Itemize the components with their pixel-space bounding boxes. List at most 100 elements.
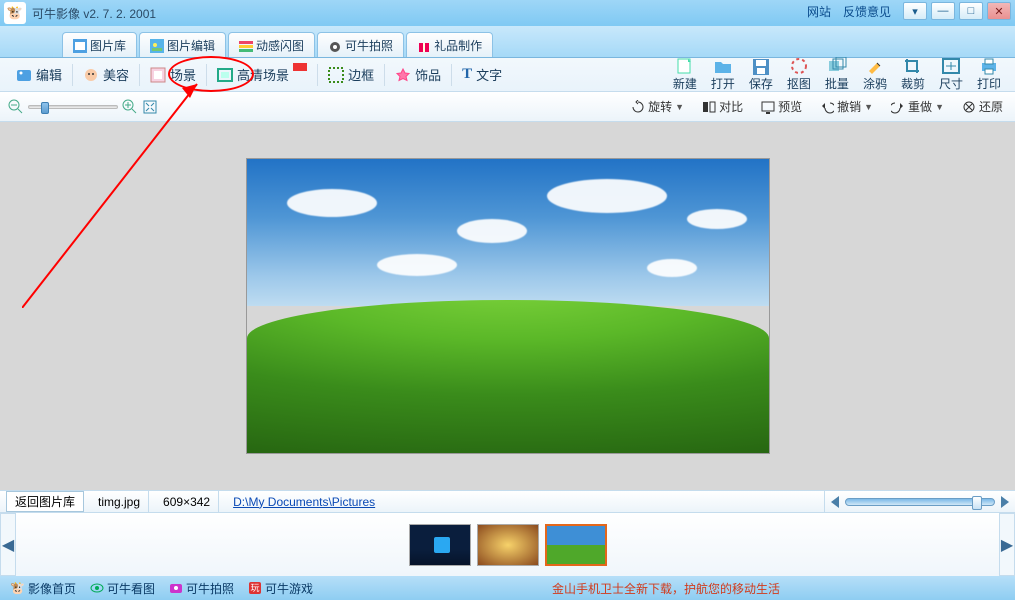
tab-animation[interactable]: 动感闪图 xyxy=(228,32,315,57)
main-image[interactable] xyxy=(246,158,770,454)
size-icon xyxy=(941,57,961,75)
fit-icon[interactable] xyxy=(142,99,158,115)
app-logo: 🐮 xyxy=(4,2,26,24)
btn-doodle[interactable]: 涂鸦 xyxy=(857,57,893,92)
btn-label: 对比 xyxy=(719,98,743,115)
tool-label: 文字 xyxy=(476,65,502,84)
status-filename: timg.jpg xyxy=(90,491,149,512)
thumb-size-slider[interactable] xyxy=(845,498,995,506)
zoom-slider[interactable] xyxy=(28,105,118,109)
eye-icon xyxy=(90,581,104,595)
camera-icon xyxy=(328,39,342,53)
btn-undo[interactable]: 撤销▼ xyxy=(816,96,877,117)
promo-text[interactable]: 金山手机卫士全新下载，护航您的移动生活 xyxy=(552,580,780,597)
btn-preview[interactable]: 预览 xyxy=(757,96,806,117)
btn-redo[interactable]: 重做▼ xyxy=(887,96,948,117)
app-title: 可牛影像 v2. 7. 2. 2001 xyxy=(32,5,156,22)
rotate-icon xyxy=(631,100,645,114)
tab-library[interactable]: 图片库 xyxy=(62,32,137,57)
btn-print[interactable]: 打印 xyxy=(971,57,1007,92)
anim-icon xyxy=(239,39,253,53)
status-bar: 返回图片库 timg.jpg 609×342 D:\My Documents\P… xyxy=(0,490,1015,512)
link-label: 可牛游戏 xyxy=(265,580,313,597)
close-button[interactable]: ✕ xyxy=(987,2,1011,20)
btn-rotate[interactable]: 旋转▼ xyxy=(627,96,688,117)
strip-next[interactable]: ▶ xyxy=(999,513,1015,576)
zoom-in-icon[interactable] xyxy=(122,99,138,115)
tool-accessory[interactable]: 饰品 xyxy=(387,63,449,86)
tool-scene[interactable]: 场景 xyxy=(142,63,204,86)
btn-compare[interactable]: 对比 xyxy=(698,96,747,117)
minimize-button[interactable]: — xyxy=(931,2,955,20)
btn-label: 还原 xyxy=(979,98,1003,115)
preview-icon xyxy=(761,100,775,114)
tool-hdscene[interactable]: 高清场景 xyxy=(209,63,315,86)
palette-icon xyxy=(16,67,32,83)
btn-new[interactable]: 新建 xyxy=(667,57,703,92)
slider-dec-icon[interactable] xyxy=(831,496,839,508)
btn-label: 重做 xyxy=(908,98,932,115)
link-label: 可牛拍照 xyxy=(186,580,234,597)
game-icon: 玩 xyxy=(248,581,262,595)
btn-label: 撤销 xyxy=(837,98,861,115)
tool-beauty[interactable]: 美容 xyxy=(75,63,137,86)
btn-label: 打开 xyxy=(711,75,735,92)
tab-camera[interactable]: 可牛拍照 xyxy=(317,32,404,57)
btn-restore[interactable]: 还原 xyxy=(958,96,1007,117)
restore-icon xyxy=(962,100,976,114)
btn-label: 预览 xyxy=(778,98,802,115)
status-path[interactable]: D:\My Documents\Pictures xyxy=(233,495,375,509)
link-label: 影像首页 xyxy=(28,580,76,597)
thumbnail[interactable] xyxy=(477,524,539,566)
bottom-bar: 🐮影像首页 可牛看图 可牛拍照 玩可牛游戏 金山手机卫士全新下载，护航您的移动生… xyxy=(0,576,1015,600)
tab-label: 图片库 xyxy=(90,37,126,54)
btn-batch[interactable]: 批量 xyxy=(819,57,855,92)
tab-gift[interactable]: 礼品制作 xyxy=(406,32,493,57)
back-to-library[interactable]: 返回图片库 xyxy=(6,491,84,512)
slider-inc-icon[interactable] xyxy=(1001,496,1009,508)
btn-label: 涂鸦 xyxy=(863,75,887,92)
btn-save[interactable]: 保存 xyxy=(743,57,779,92)
new-icon xyxy=(675,57,695,75)
compare-icon xyxy=(702,100,716,114)
print-icon xyxy=(979,57,999,75)
accessory-icon xyxy=(395,67,411,83)
text-icon: T xyxy=(462,66,472,83)
open-icon xyxy=(713,57,733,75)
library-icon xyxy=(73,39,87,53)
tab-edit[interactable]: 图片编辑 xyxy=(139,32,226,57)
menu-button[interactable]: ▾ xyxy=(903,2,927,20)
thumbnail-selected[interactable] xyxy=(545,524,607,566)
tab-label: 动感闪图 xyxy=(256,37,304,54)
link-feedback[interactable]: 反馈意见 xyxy=(843,3,891,20)
tool-text[interactable]: T文字 xyxy=(454,63,510,86)
tab-label: 可牛拍照 xyxy=(345,37,393,54)
zoom-out-icon[interactable] xyxy=(8,99,24,115)
maximize-button[interactable]: □ xyxy=(959,2,983,20)
link-camera[interactable]: 可牛拍照 xyxy=(169,580,234,597)
strip-prev[interactable]: ◀ xyxy=(0,513,16,576)
link-website[interactable]: 网站 xyxy=(807,3,831,20)
link-game[interactable]: 玩可牛游戏 xyxy=(248,580,313,597)
thumbnail[interactable] xyxy=(409,524,471,566)
new-badge-icon xyxy=(293,63,307,71)
link-view[interactable]: 可牛看图 xyxy=(90,580,155,597)
btn-size[interactable]: 尺寸 xyxy=(933,57,969,92)
tool-label: 美容 xyxy=(103,65,129,84)
btn-cutout[interactable]: 抠图 xyxy=(781,57,817,92)
tab-label: 图片编辑 xyxy=(167,37,215,54)
btn-label: 新建 xyxy=(673,75,697,92)
btn-label: 批量 xyxy=(825,75,849,92)
gift-icon xyxy=(417,39,431,53)
link-home[interactable]: 🐮影像首页 xyxy=(10,580,76,597)
thumbnail-strip: ◀ ▶ xyxy=(0,512,1015,576)
scene-icon xyxy=(150,67,166,83)
undo-icon xyxy=(820,100,834,114)
btn-open[interactable]: 打开 xyxy=(705,57,741,92)
btn-crop[interactable]: 裁剪 xyxy=(895,57,931,92)
cutout-icon xyxy=(789,57,809,75)
face-icon xyxy=(83,67,99,83)
tool-edit[interactable]: 编辑 xyxy=(8,63,70,86)
tool-label: 饰品 xyxy=(415,65,441,84)
tool-frame[interactable]: 边框 xyxy=(320,63,382,86)
